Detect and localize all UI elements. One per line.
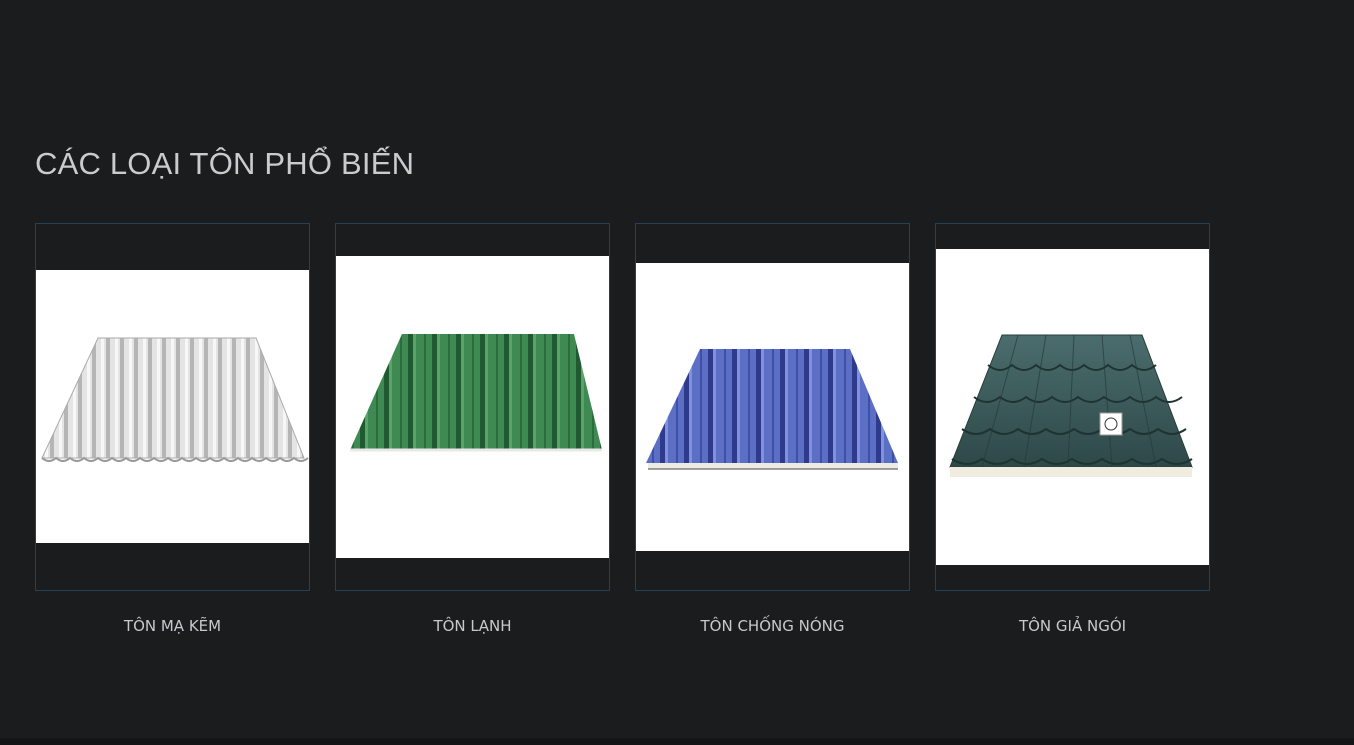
- product-name[interactable]: TÔN LẠNH: [335, 617, 610, 635]
- product-name[interactable]: TÔN GIẢ NGÓI: [935, 617, 1210, 635]
- product-card-ton-lanh[interactable]: [335, 223, 610, 591]
- blue-insulated-sheet-icon: [646, 349, 898, 470]
- section-title: CÁC LOẠI TÔN PHỔ BIẾN: [35, 146, 415, 181]
- page-bottom-divider: [0, 738, 1354, 745]
- product-card-ton-chong-nong[interactable]: [635, 223, 910, 591]
- product-name[interactable]: TÔN MẠ KẼM: [35, 617, 310, 635]
- product-image[interactable]: [936, 249, 1209, 565]
- galvanized-sheet-icon: [41, 337, 309, 462]
- tile-sheet-icon: [949, 334, 1193, 477]
- product-image[interactable]: [36, 270, 309, 543]
- product-image[interactable]: [636, 263, 909, 551]
- product-card-ton-ma-kem[interactable]: [35, 223, 310, 591]
- product-card-ton-gia-ngoi[interactable]: [935, 223, 1210, 591]
- green-cold-sheet-icon: [350, 334, 602, 452]
- product-name[interactable]: TÔN CHỐNG NÓNG: [635, 617, 910, 635]
- product-image[interactable]: [336, 256, 609, 558]
